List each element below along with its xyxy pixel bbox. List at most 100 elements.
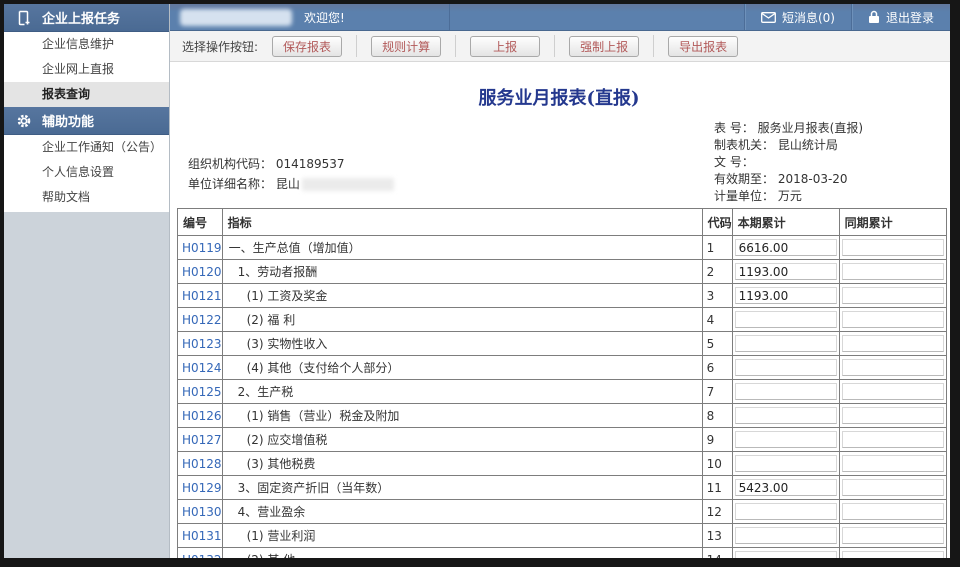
prior-period-input[interactable] [842, 455, 944, 472]
redacted-value [302, 178, 394, 191]
prior-period-input[interactable] [842, 479, 944, 496]
table-row: H0128(3) 其他税费10 [178, 452, 947, 476]
toolbar-button[interactable]: 上报 [470, 36, 540, 57]
current-period-input[interactable] [735, 263, 837, 280]
prior-period-cell [839, 356, 946, 380]
current-period-input[interactable] [735, 335, 837, 352]
sidebar-item[interactable]: 个人信息设置 [4, 160, 169, 185]
row-id-link[interactable]: H0129 [178, 481, 222, 495]
row-id-link[interactable]: H0120 [178, 265, 222, 279]
toolbar: 选择操作按钮: 保存报表规则计算上报强制上报导出报表 [170, 31, 950, 62]
row-id-link[interactable]: H0125 [178, 385, 222, 399]
table-header-row: 编号指标代码本期累计同期累计 [178, 209, 947, 236]
toolbar-button[interactable]: 导出报表 [668, 36, 738, 57]
indicator-cell: (1) 销售（营业）税金及附加 [222, 404, 702, 428]
row-id-link[interactable]: H0121 [178, 289, 222, 303]
table-row: H0126(1) 销售（营业）税金及附加8 [178, 404, 947, 428]
row-id-link[interactable]: H0132 [178, 553, 222, 559]
table-row: H0132(2) 其 他14 [178, 548, 947, 559]
prior-period-input[interactable] [842, 239, 944, 256]
row-id-link[interactable]: H0128 [178, 457, 222, 471]
current-period-cell [732, 404, 839, 428]
logout-label: 退出登录 [886, 9, 934, 26]
row-id-link[interactable]: H0123 [178, 337, 222, 351]
sidebar-menu: 企业上报任务 企业信息维护企业网上直报报表查询 辅助功能 企业工作通知（公告）个… [4, 4, 169, 212]
prior-period-cell [839, 500, 946, 524]
indicator-cell: (1) 工资及奖金 [222, 284, 702, 308]
prior-period-cell [839, 476, 946, 500]
table-row: H0123(3) 实物性收入5 [178, 332, 947, 356]
meta-line: 文 号： [714, 154, 863, 171]
column-header: 指标 [222, 209, 702, 236]
prior-period-input[interactable] [842, 431, 944, 448]
indicator-cell: 一、生产总值（增加值） [222, 236, 702, 260]
prior-period-cell [839, 332, 946, 356]
messages-button[interactable]: 短消息(0) [744, 4, 851, 30]
sidebar-item[interactable]: 企业工作通知（公告） [4, 135, 169, 160]
current-period-input[interactable] [735, 503, 837, 520]
prior-period-input[interactable] [842, 335, 944, 352]
current-period-input[interactable] [735, 407, 837, 424]
current-period-input[interactable] [735, 431, 837, 448]
current-period-input[interactable] [735, 551, 837, 558]
prior-period-cell [839, 380, 946, 404]
row-id-link[interactable]: H0124 [178, 361, 222, 375]
indicator-cell: (1) 营业利润 [222, 524, 702, 548]
meta-label: 有效期至： [714, 172, 778, 186]
prior-period-input[interactable] [842, 311, 944, 328]
sidebar: 企业上报任务 企业信息维护企业网上直报报表查询 辅助功能 企业工作通知（公告）个… [4, 4, 170, 558]
toolbar-button[interactable]: 保存报表 [272, 36, 342, 57]
code-cell: 13 [702, 524, 732, 548]
table-row: H0127(2) 应交增值税9 [178, 428, 947, 452]
toolbar-separator [554, 35, 555, 57]
sidebar-item[interactable]: 企业信息维护 [4, 32, 169, 57]
row-id-link[interactable]: H0130 [178, 505, 222, 519]
current-period-input[interactable] [735, 527, 837, 544]
prior-period-input[interactable] [842, 359, 944, 376]
current-period-input[interactable] [735, 359, 837, 376]
current-period-cell [732, 524, 839, 548]
row-id-link[interactable]: H0122 [178, 313, 222, 327]
prior-period-cell [839, 284, 946, 308]
prior-period-input[interactable] [842, 551, 944, 558]
row-id-link[interactable]: H0131 [178, 529, 222, 543]
current-period-input[interactable] [735, 287, 837, 304]
prior-period-input[interactable] [842, 527, 944, 544]
table-row: H0121(1) 工资及奖金3 [178, 284, 947, 308]
current-period-cell [732, 260, 839, 284]
meta-label: 组织机构代码： [188, 157, 276, 171]
sidebar-item[interactable]: 报表查询 [4, 82, 169, 107]
current-period-input[interactable] [735, 455, 837, 472]
row-id-link[interactable]: H0119 [178, 241, 222, 255]
sidebar-section-enterprise-tasks: 企业上报任务 [4, 4, 169, 32]
row-id-cell: H0132 [178, 548, 223, 559]
report-table-wrap: 编号指标代码本期累计同期累计 H0119一、生产总值（增加值）1H01201、劳… [177, 208, 947, 558]
logout-button[interactable]: 退出登录 [851, 4, 950, 30]
meta-line: 有效期至： 2018-03-20 [714, 171, 863, 188]
prior-period-input[interactable] [842, 407, 944, 424]
prior-period-cell [839, 548, 946, 559]
code-cell: 9 [702, 428, 732, 452]
prior-period-input[interactable] [842, 287, 944, 304]
prior-period-input[interactable] [842, 263, 944, 280]
current-period-input[interactable] [735, 479, 837, 496]
row-id-link[interactable]: H0126 [178, 409, 222, 423]
sidebar-item[interactable]: 企业网上直报 [4, 57, 169, 82]
lock-icon [868, 10, 880, 24]
current-period-input[interactable] [735, 383, 837, 400]
sidebar-item[interactable]: 帮助文档 [4, 185, 169, 210]
meta-label: 文 号： [714, 155, 758, 169]
row-id-link[interactable]: H0127 [178, 433, 222, 447]
prior-period-input[interactable] [842, 383, 944, 400]
row-id-cell: H0124 [178, 356, 223, 380]
report-meta-right: 表 号： 服务业月报表(直报)制表机关： 昆山统计局文 号： 有效期至： 201… [714, 120, 863, 205]
current-period-input[interactable] [735, 311, 837, 328]
current-period-input[interactable] [735, 239, 837, 256]
prior-period-input[interactable] [842, 503, 944, 520]
toolbar-button[interactable]: 强制上报 [569, 36, 639, 57]
toolbar-button[interactable]: 规则计算 [371, 36, 441, 57]
prior-period-cell [839, 404, 946, 428]
current-period-cell [732, 500, 839, 524]
sidebar-section-title: 企业上报任务 [42, 8, 120, 27]
current-period-cell [732, 356, 839, 380]
